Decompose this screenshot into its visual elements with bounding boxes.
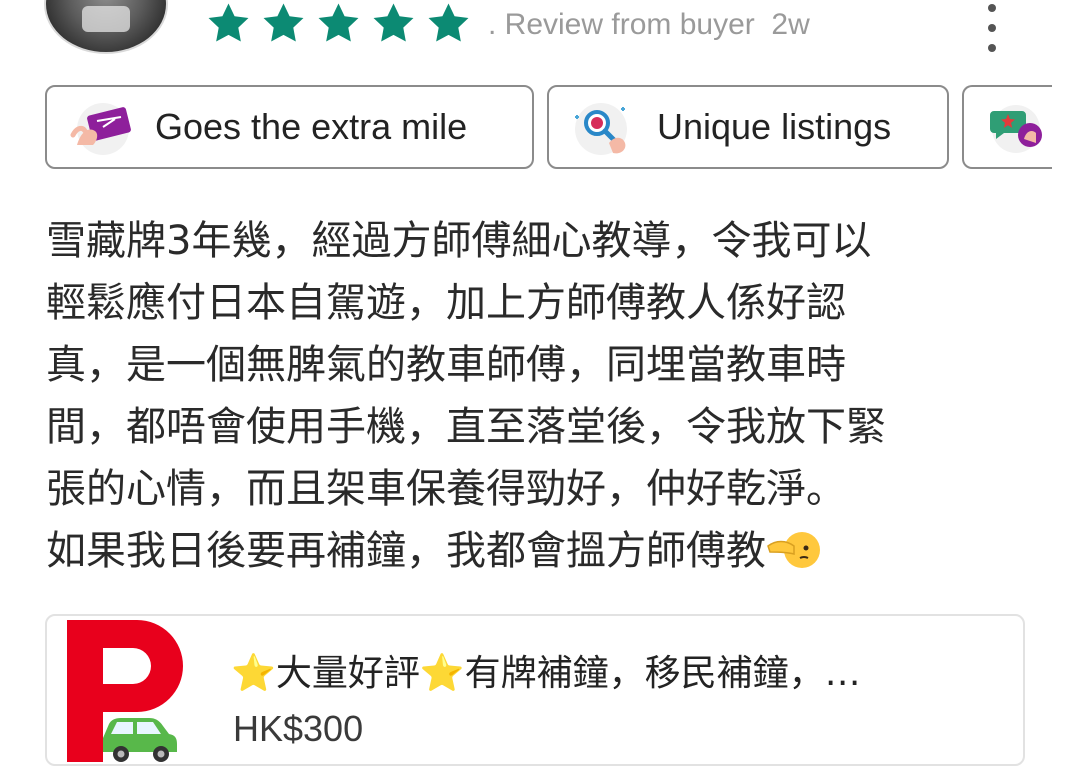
tag-partial[interactable]	[962, 85, 1052, 169]
pointing-face-emoji-icon	[767, 532, 820, 568]
review-line: 真，是一個無脾氣的教車師傅，同埋當教車時	[46, 342, 846, 388]
star-rating	[205, 0, 472, 47]
star-icon	[373, 3, 414, 42]
reviewer-avatar[interactable]	[44, 0, 168, 54]
more-options-button[interactable]	[978, 4, 1006, 52]
related-listing-card[interactable]: ⭐大量好評⭐有牌補鐘，移民補鐘，… HK$300	[45, 614, 1025, 766]
star-speech-icon	[990, 105, 1042, 153]
review-screen: . Review from buyer 2w Goes the extra mi…	[0, 0, 1080, 780]
magnifier-hand-icon	[575, 103, 627, 155]
review-line: 張的心情，而且架車保養得勁好，仲好乾淨。	[46, 466, 846, 512]
ticket-hand-icon	[70, 103, 131, 155]
tag-unique-listings[interactable]: Unique listings	[547, 85, 949, 169]
review-line: 如果我日後要再補鐘，我都會搵方師傅教	[46, 528, 766, 574]
star-icon	[208, 3, 249, 42]
tag-label: Goes the extra mile	[155, 106, 468, 147]
listing-thumbnail	[67, 620, 183, 762]
review-line-last: 如果我日後要再補鐘，我都會搵方師傅教	[46, 520, 1036, 582]
review-line: 輕鬆應付日本自駕遊，加上方師傅教人係好認	[46, 280, 846, 326]
star-icon	[318, 3, 359, 42]
more-dot-icon	[988, 24, 996, 32]
star-icon	[428, 3, 469, 42]
car-icon	[103, 718, 177, 762]
review-line: 間，都唔會使用手機，直至落堂後，令我放下緊	[46, 404, 886, 450]
more-dot-icon	[988, 4, 996, 12]
tag-label: Unique listings	[657, 106, 892, 147]
review-line: 雪藏牌3年幾，經過方師傅細心教導，令我可以	[46, 218, 872, 264]
review-body: 雪藏牌3年幾，經過方師傅細心教導，令我可以 輕鬆應付日本自駕遊，加上方師傅教人係好…	[46, 210, 1036, 582]
star-icon	[263, 3, 304, 42]
tag-goes-the-extra-mile[interactable]: Goes the extra mile	[45, 85, 534, 169]
listing-title: ⭐大量好評⭐有牌補鐘，移民補鐘，…	[231, 653, 861, 694]
listing-price: HK$300	[233, 708, 364, 749]
review-meta: . Review from buyer 2w	[488, 8, 810, 41]
more-dot-icon	[988, 44, 996, 52]
